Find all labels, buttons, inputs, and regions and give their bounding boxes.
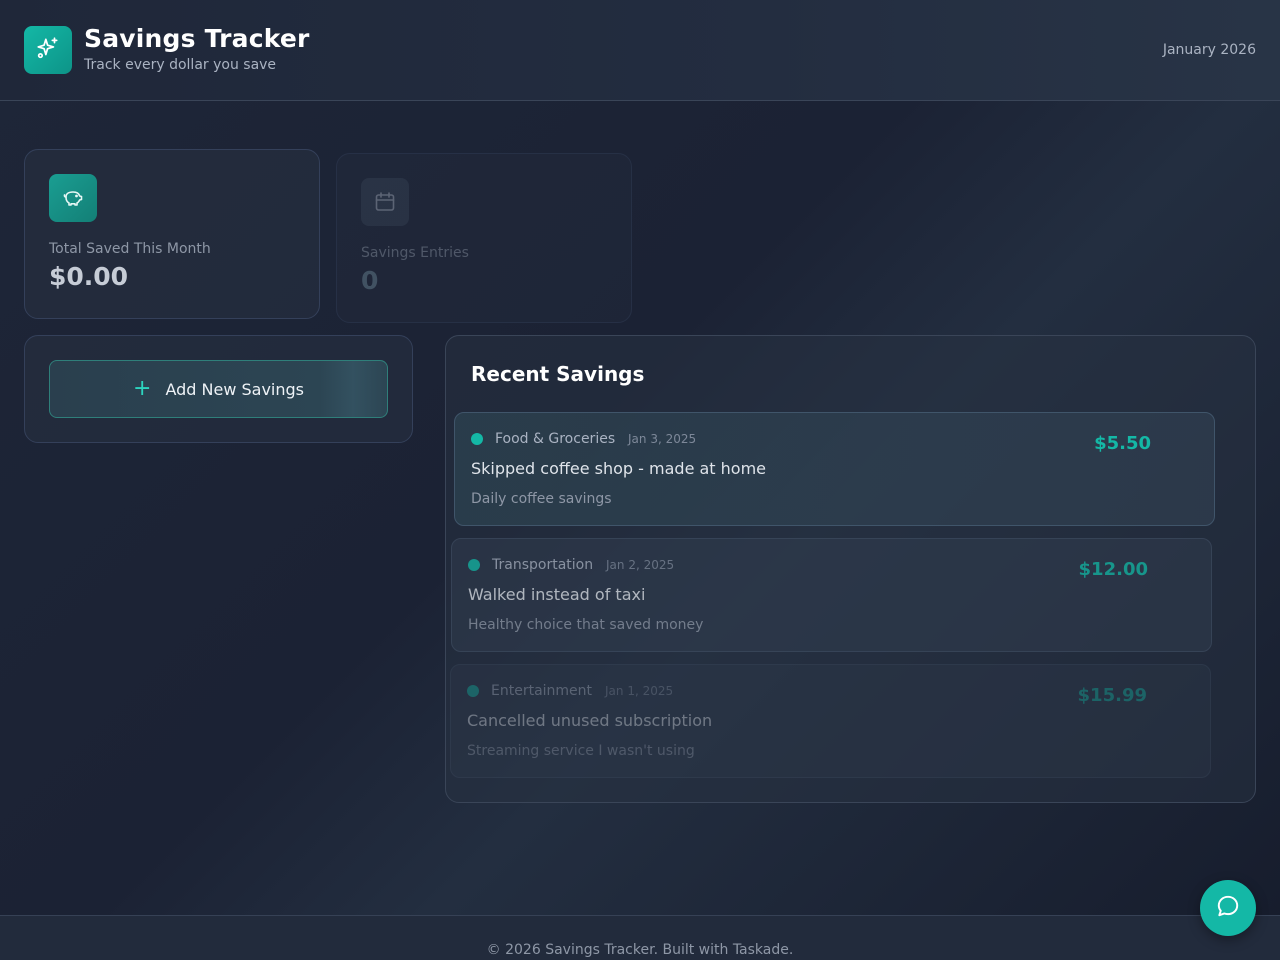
entry-note: Healthy choice that saved money [468,617,704,633]
entry-category: Transportation [492,557,594,573]
savings-entry[interactable]: Entertainment Jan 1, 2025 Cancelled unus… [450,664,1211,778]
sparkles-icon [35,35,61,65]
savings-entry[interactable]: Food & Groceries Jan 3, 2025 Skipped cof… [454,412,1215,526]
stat-label: Savings Entries [361,245,469,261]
chat-button[interactable] [1200,880,1256,936]
app-footer: © 2026 Savings Tracker. Built with Taska… [0,915,1280,960]
stat-value: 0 [361,266,379,295]
plus-icon: + [133,376,152,401]
stat-value: $0.00 [49,262,129,291]
entry-note: Streaming service I wasn't using [467,743,695,759]
entry-title: Walked instead of taxi [468,585,646,604]
app-logo [24,26,72,74]
chat-bubble-icon [1215,893,1241,923]
entry-category: Entertainment [491,683,593,699]
entry-category: Food & Groceries [495,431,616,447]
entry-title: Cancelled unused subscription [467,711,713,730]
recent-savings-title: Recent Savings [471,362,645,386]
entry-date: Jan 2, 2025 [606,558,675,572]
entry-amount: $5.50 [1094,433,1151,454]
entry-amount: $15.99 [1077,685,1147,706]
current-month: January 2026 [1162,42,1256,58]
recent-savings-panel: Recent Savings Food & Groceries Jan 3, 2… [445,335,1256,803]
app-header: Savings Tracker Track every dollar you s… [0,0,1280,101]
app-subtitle: Track every dollar you save [84,57,277,73]
piggy-bank-icon [49,174,97,222]
category-dot [471,433,483,445]
stat-label: Total Saved This Month [49,241,211,257]
entry-date: Jan 1, 2025 [605,684,674,698]
add-new-savings-button[interactable]: + Add New Savings [49,360,388,418]
app-title: Savings Tracker [84,24,310,53]
savings-entries-card: Savings Entries 0 [336,153,632,323]
category-dot [467,685,479,697]
savings-entry[interactable]: Transportation Jan 2, 2025 Walked instea… [451,538,1212,652]
entry-amount: $12.00 [1078,559,1148,580]
calendar-icon [361,178,409,226]
entry-date: Jan 3, 2025 [628,432,697,446]
footer-text: © 2026 Savings Tracker. Built with Taska… [486,942,794,958]
entry-title: Skipped coffee shop - made at home [471,459,767,478]
entry-note: Daily coffee savings [471,491,612,507]
add-button-label: Add New Savings [165,379,304,399]
category-dot [468,559,480,571]
total-saved-card: Total Saved This Month $0.00 [24,149,320,319]
add-savings-panel: + Add New Savings [24,335,413,443]
